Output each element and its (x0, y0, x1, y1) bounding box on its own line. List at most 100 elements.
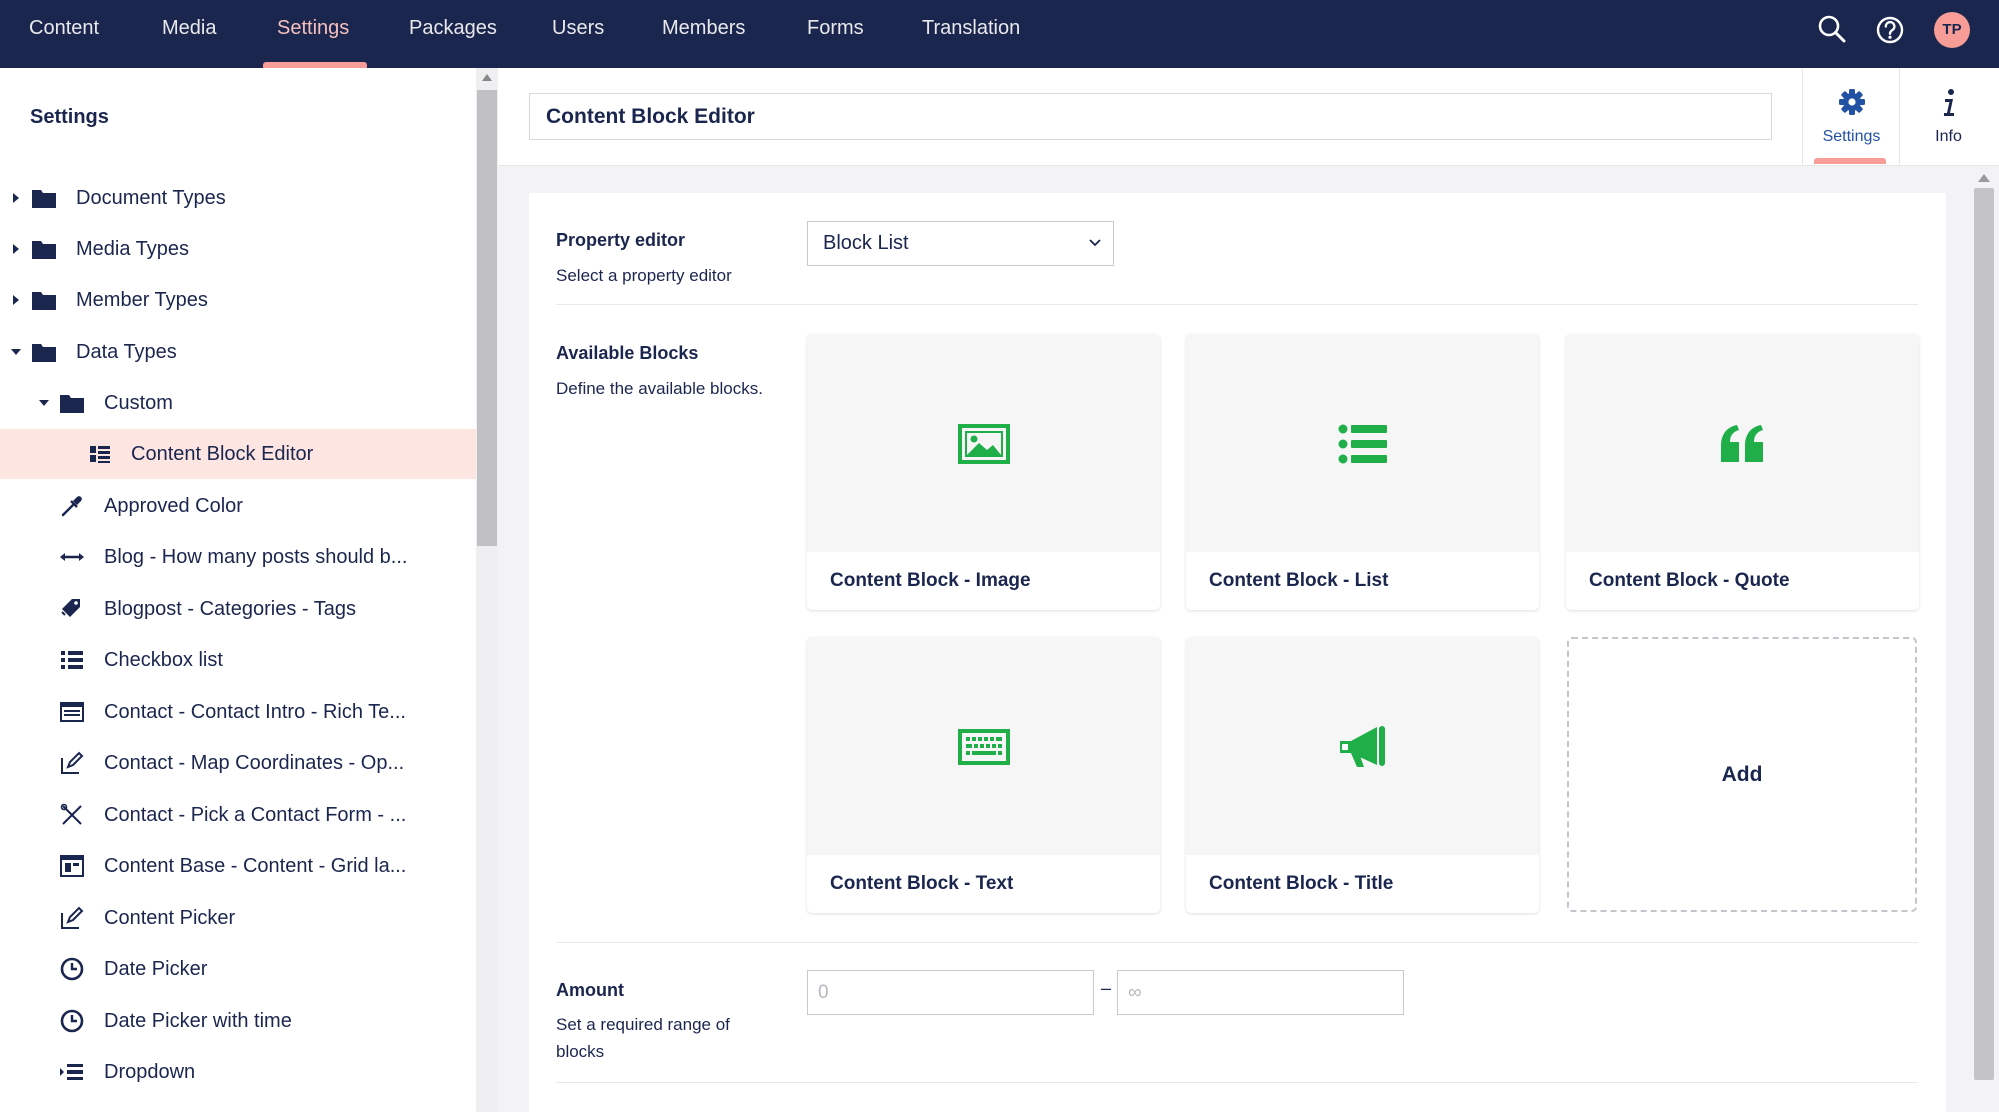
tree-item-label: Contact - Map Coordinates - Op... (104, 752, 405, 774)
nav-item-members[interactable]: Members (662, 0, 745, 68)
caret-right-icon[interactable] (10, 192, 22, 204)
tree-item-label: Date Picker (104, 958, 208, 980)
active-tab-indicator (1814, 158, 1886, 164)
clock-icon (59, 956, 85, 982)
tree-item-label: Content Base - Content - Grid la... (104, 855, 407, 877)
tree-item-data-types[interactable]: Data Types (0, 327, 476, 377)
main-scrollbar-thumb[interactable] (1974, 188, 1994, 1080)
tree-item-document-types[interactable]: Document Types (0, 173, 476, 223)
block-card-text[interactable]: Content Block - Text (807, 637, 1160, 913)
property-editor-select[interactable]: Block List (807, 221, 1114, 266)
quote-icon (1721, 425, 1763, 462)
amount-max-placeholder: ∞ (1128, 982, 1142, 1003)
tree-item-label: Media Types (76, 238, 190, 260)
tree-item-blogpost-categories-tags[interactable]: Blogpost - Categories - Tags (0, 584, 476, 634)
block-name: Content Block - Quote (1589, 570, 1790, 591)
edit-icon (59, 905, 85, 931)
tree-item-content-block-editor[interactable]: Content Block Editor (0, 429, 476, 479)
tree-item-blog-posts[interactable]: Blog - How many posts should b... (0, 532, 476, 582)
block-card-image[interactable]: Content Block - Image (807, 334, 1160, 610)
clock-icon (59, 1008, 85, 1034)
tree-item-content-picker[interactable]: Content Picker (0, 893, 476, 943)
tree-item-label: Checkbox list (104, 649, 223, 671)
block-thumbnail (1186, 334, 1539, 552)
block-name: Content Block - List (1209, 570, 1389, 591)
tab-info[interactable]: Info (1899, 68, 1996, 166)
checklist-icon (59, 647, 85, 673)
nav-item-translation[interactable]: Translation (922, 0, 1020, 68)
nav-item-users[interactable]: Users (552, 0, 604, 68)
scroll-up-arrow-icon[interactable] (482, 74, 492, 81)
tree-item-label: Blogpost - Categories - Tags (104, 598, 356, 620)
tree-item-dropdown[interactable]: Dropdown (0, 1047, 476, 1097)
caret-right-icon[interactable] (10, 243, 22, 255)
tree-item-media-types[interactable]: Media Types (0, 224, 476, 274)
dropdown-list-icon (59, 1059, 85, 1085)
keyboard-icon (958, 729, 1010, 765)
block-card-quote[interactable]: Content Block - Quote (1566, 334, 1919, 610)
scroll-up-arrow-icon[interactable] (1978, 174, 1990, 182)
rich-text-icon (59, 699, 85, 725)
caret-right-icon[interactable] (10, 294, 22, 306)
caret-down-icon[interactable] (38, 397, 50, 409)
amount-label: Amount (556, 980, 624, 1000)
megaphone-icon (1340, 726, 1385, 767)
tree-item-checkbox-list[interactable]: Checkbox list (0, 635, 476, 685)
user-avatar[interactable]: TP (1934, 12, 1970, 48)
block-thumbnail (807, 637, 1160, 855)
folder-icon (31, 339, 57, 365)
block-card-list[interactable]: Content Block - List (1186, 334, 1539, 610)
tree-item-label: Custom (104, 392, 173, 414)
tags-icon (59, 596, 85, 622)
nav-item-media[interactable]: Media (162, 0, 216, 68)
tree-item-date-picker[interactable]: Date Picker (0, 944, 476, 994)
row-divider (556, 1082, 1918, 1083)
tree-item-contact-pick-form[interactable]: Contact - Pick a Contact Form - ... (0, 790, 476, 840)
folder-icon (59, 390, 85, 416)
tree-item-contact-intro[interactable]: Contact - Contact Intro - Rich Te... (0, 687, 476, 737)
property-editor-description: Select a property editor (556, 266, 732, 285)
sidebar-title: Settings (30, 106, 109, 128)
tree-item-custom[interactable]: Custom (0, 378, 476, 428)
available-blocks-description: Define the available blocks. (556, 379, 763, 398)
tree-item-label: Approved Color (104, 495, 243, 517)
available-blocks-label: Available Blocks (556, 343, 699, 363)
add-block-label: Add (1721, 763, 1763, 786)
amount-max-input[interactable]: ∞ (1117, 970, 1404, 1015)
block-thumbnail (1186, 637, 1539, 855)
help-icon[interactable] (1872, 12, 1908, 48)
tree-item-date-picker-with-time[interactable]: Date Picker with time (0, 996, 476, 1046)
folder-icon (31, 287, 57, 313)
amount-min-placeholder: 0 (818, 982, 829, 1003)
add-block-button[interactable]: Add (1567, 637, 1917, 912)
sidebar-scrollbar-thumb[interactable] (477, 90, 497, 546)
nav-item-settings[interactable]: Settings (277, 0, 349, 68)
tree-item-content-base-grid[interactable]: Content Base - Content - Grid la... (0, 841, 476, 891)
tree-item-approved-color[interactable]: Approved Color (0, 481, 476, 531)
amount-min-input[interactable]: 0 (807, 970, 1094, 1015)
folder-icon (31, 185, 57, 211)
crossed-tools-icon (59, 802, 85, 828)
caret-down-icon[interactable] (10, 346, 22, 358)
tree-item-label: Date Picker with time (104, 1010, 292, 1032)
tree-item-member-types[interactable]: Member Types (0, 275, 476, 325)
tree-item-label: Blog - How many posts should b... (104, 546, 408, 568)
nav-item-content[interactable]: Content (29, 0, 99, 68)
tab-settings[interactable]: Settings (1802, 68, 1899, 166)
block-thumbnail (1566, 334, 1919, 552)
nav-item-forms[interactable]: Forms (807, 0, 864, 68)
grid-layout-icon (59, 853, 85, 879)
data-type-name-input[interactable]: Content Block Editor (529, 93, 1772, 140)
tree-item-label: Member Types (76, 289, 208, 311)
block-list-icon (87, 441, 113, 467)
block-card-title[interactable]: Content Block - Title (1186, 637, 1539, 913)
settings-tree-sidebar: Settings Document Types Media Types Memb… (0, 68, 476, 1112)
search-icon[interactable] (1814, 12, 1850, 48)
nav-item-packages[interactable]: Packages (409, 0, 497, 68)
row-divider (556, 304, 1918, 305)
tree-item-contact-map-coordinates[interactable]: Contact - Map Coordinates - Op... (0, 738, 476, 788)
top-navigation-bar: Content Media Settings Packages Users Me… (0, 0, 1999, 68)
tree-item-label: Document Types (76, 187, 226, 209)
edit-icon (59, 750, 85, 776)
tab-settings-label: Settings (1822, 128, 1881, 145)
